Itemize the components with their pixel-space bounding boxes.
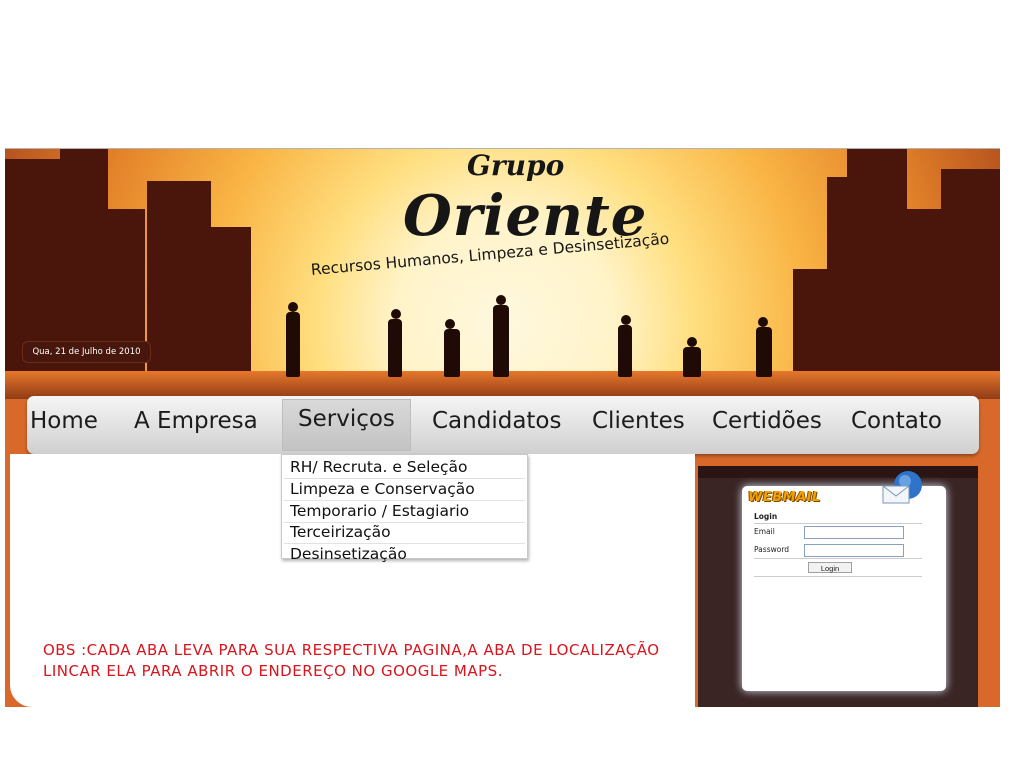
divider [754, 576, 922, 577]
menu-item-rh-recrutamento[interactable]: RH/ Recruta. e Seleção [290, 458, 468, 476]
menu-item-desinsetizacao[interactable]: Desinsetização [290, 545, 407, 563]
building-silhouette [5, 159, 65, 399]
divider [754, 558, 922, 559]
servicos-dropdown-menu: RH/ Recruta. e Seleção Limpeza e Conserv… [281, 454, 528, 563]
nav-candidatos[interactable]: Candidatos [432, 404, 562, 438]
nav-home[interactable]: Home [30, 404, 98, 438]
menu-divider [284, 478, 525, 479]
nav-a-empresa[interactable]: A Empresa [134, 404, 258, 438]
email-field[interactable] [804, 526, 904, 539]
worker-silhouette [753, 317, 775, 377]
main-nav: Home A Empresa Serviços Candidatos Clien… [27, 396, 979, 454]
current-date: Qua, 21 de Julho de 2010 [22, 341, 151, 363]
password-field[interactable] [804, 544, 904, 557]
nav-servicos[interactable]: Serviços [282, 399, 411, 451]
nav-certidoes[interactable]: Certidões [712, 404, 822, 438]
worker-silhouette [491, 295, 511, 377]
designer-note: OBS :CADA ABA LEVA PARA SUA RESPECTIVA P… [43, 641, 660, 680]
webmail-login-card: WEBMAIL Login Email Password Login [742, 471, 946, 691]
building-silhouette [941, 169, 1000, 399]
panel-top-bar [698, 466, 978, 478]
webmail-logo: WEBMAIL [748, 490, 821, 505]
login-button[interactable]: Login [808, 562, 852, 573]
worker-silhouette [283, 302, 303, 377]
building-silhouette [847, 149, 907, 399]
webmail-panel: WEBMAIL Login Email Password Login [698, 466, 978, 707]
password-label: Password [754, 545, 790, 554]
login-heading: Login [754, 512, 778, 521]
header-banner: Grupo Oriente Recursos Humanos, Limpeza … [5, 149, 1000, 399]
worker-silhouette [441, 319, 463, 377]
brand-group-label: Grupo [467, 149, 565, 182]
worker-silhouette [615, 315, 635, 377]
menu-divider [284, 543, 525, 544]
site-frame: Grupo Oriente Recursos Humanos, Limpeza … [5, 148, 1000, 707]
building-silhouette [147, 181, 211, 399]
menu-item-temporario[interactable]: Temporario / Estagiario [290, 502, 469, 520]
worker-silhouette [385, 309, 405, 377]
divider [754, 523, 922, 524]
nav-contato[interactable]: Contato [851, 404, 942, 438]
email-label: Email [754, 527, 775, 536]
mail-globe-icon [882, 471, 922, 504]
menu-item-terceirizacao[interactable]: Terceirização [290, 523, 391, 541]
worker-silhouette [681, 337, 703, 377]
menu-item-limpeza[interactable]: Limpeza e Conservação [290, 480, 475, 498]
nav-clientes[interactable]: Clientes [592, 404, 685, 438]
menu-divider [284, 500, 525, 501]
